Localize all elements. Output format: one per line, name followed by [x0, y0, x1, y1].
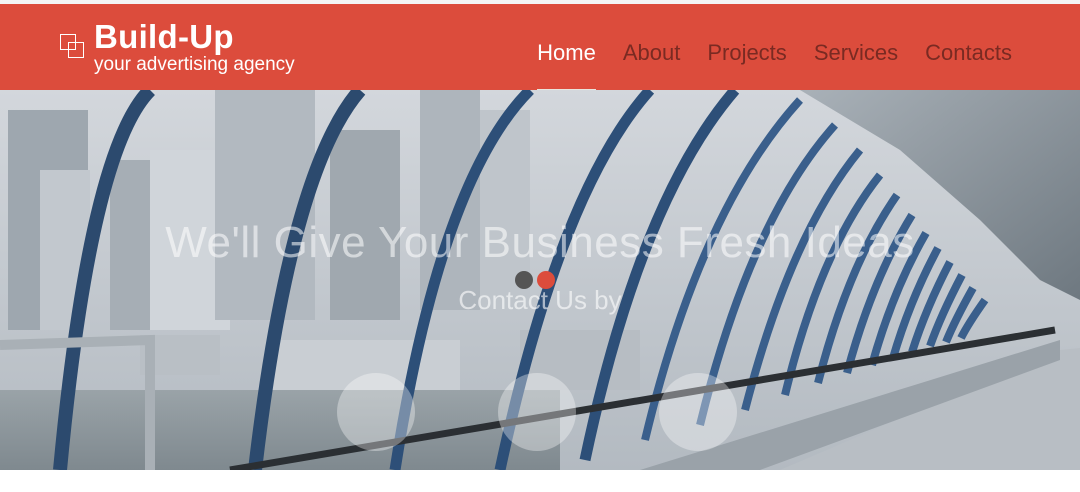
overlapping-squares-icon: [60, 34, 88, 62]
main-nav: Home About Projects Services Contacts: [510, 40, 1012, 92]
nav-item-contacts[interactable]: Contacts: [925, 40, 1012, 92]
nav-item-services[interactable]: Services: [814, 40, 898, 92]
brand: Build-Up your advertising agency: [94, 20, 295, 75]
hero-subtitle: Contact Us by: [458, 285, 622, 315]
nav-item-home[interactable]: Home: [537, 40, 596, 92]
site-header: Build-Up your advertising agency Home Ab…: [0, 4, 1080, 92]
contact-option-2[interactable]: [498, 373, 576, 451]
brand-tagline: your advertising agency: [94, 54, 295, 75]
contact-option-1[interactable]: [337, 373, 415, 451]
contact-option-3[interactable]: [659, 373, 737, 451]
logo[interactable]: Build-Up your advertising agency: [60, 20, 295, 75]
nav-item-about[interactable]: About: [623, 40, 681, 92]
hero-title: We'll Give Your Business Fresh Ideas: [165, 218, 915, 267]
hero-slider: We'll Give Your Business Fresh Ideas Con…: [0, 90, 1080, 470]
nav-item-projects[interactable]: Projects: [707, 40, 786, 92]
brand-name: Build-Up: [94, 18, 234, 55]
